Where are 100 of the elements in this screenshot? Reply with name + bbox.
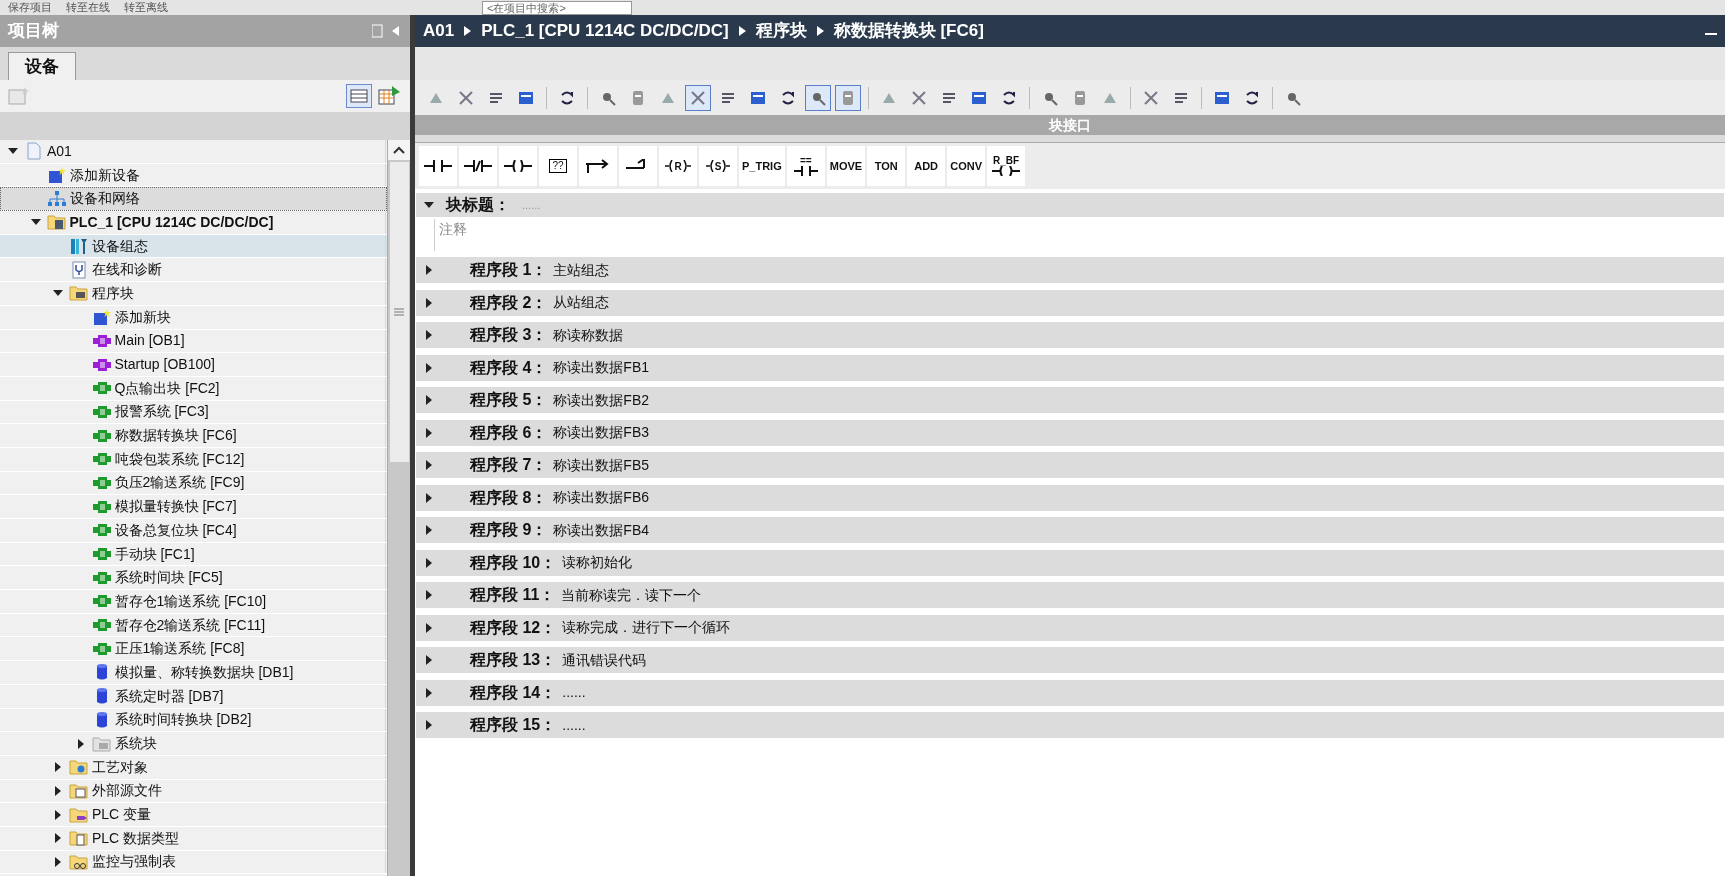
tree-item[interactable]: 系统定时器 [DB7] xyxy=(0,684,387,709)
tree-item[interactable]: 暂存仓1输送系统 [FC10] xyxy=(0,590,387,614)
tree-item[interactable]: 设备总复位块 [FC4] xyxy=(0,519,387,543)
tree-item[interactable]: 设备和网络 xyxy=(0,187,387,212)
instruction-button[interactable]: MOVE xyxy=(826,146,866,186)
tree-item[interactable]: 设备组态 xyxy=(0,234,387,259)
tree-item[interactable]: 外部源文件 xyxy=(0,779,387,804)
tree-item[interactable]: 称数据转换块 [FC6] xyxy=(0,424,387,448)
network-bar[interactable]: 程序段 9： 称读出数据FB4 xyxy=(416,517,1724,543)
tree-item[interactable]: 在线和诊断 xyxy=(0,258,387,283)
network-bar[interactable]: 程序段 13： 通讯错误代码 xyxy=(416,647,1724,673)
expand-arrow-icon[interactable] xyxy=(75,738,86,749)
tree-item[interactable]: 工艺对象 xyxy=(0,755,387,780)
tree-item[interactable]: PLC 数据类型 xyxy=(0,826,387,851)
breadcrumb-item[interactable]: PLC_1 [CPU 1214C DC/DC/DC] xyxy=(481,18,729,44)
network-bar[interactable]: 程序段 12： 读称完成．进行下一个循环 xyxy=(416,614,1724,641)
panel-tab[interactable]: 设备 xyxy=(8,52,76,80)
tree-item[interactable]: 模拟量、称转换数据块 [DB1] xyxy=(0,661,387,685)
toolbar-button[interactable]: 转至离线 xyxy=(124,2,168,13)
collapse-arrow-icon[interactable] xyxy=(424,200,434,210)
grip-icon[interactable] xyxy=(394,308,404,316)
coil-button[interactable]: S xyxy=(699,146,737,186)
expand-arrow-icon[interactable] xyxy=(424,492,434,503)
breadcrumb-item[interactable]: 称数据转换块 [FC6] xyxy=(833,18,984,44)
expand-arrow-icon[interactable] xyxy=(53,809,63,820)
block-title-bar[interactable]: 块标题： ...... xyxy=(416,193,1724,217)
network-bar[interactable]: 程序段 1： 主站组态 xyxy=(416,257,1724,283)
expand-arrow-icon[interactable] xyxy=(424,525,434,535)
scrollbar[interactable] xyxy=(387,140,410,876)
network-bar[interactable]: 程序段 7： 称读出数据FB5 xyxy=(416,452,1724,478)
tree-item[interactable]: PLC 变量 xyxy=(0,803,387,827)
instruction-button[interactable]: CONV xyxy=(947,146,986,186)
tree-item[interactable]: Main [OB1] xyxy=(0,329,387,354)
tree-item[interactable]: 程序块 xyxy=(0,282,387,306)
expand-arrow-icon[interactable] xyxy=(424,622,434,633)
scroll-up-icon[interactable] xyxy=(393,146,405,154)
table-export-icon[interactable] xyxy=(376,84,402,108)
toolbar-button[interactable]: 保存项目 xyxy=(8,2,52,13)
closed-contact-icon[interactable] xyxy=(464,160,492,172)
open-branch-icon[interactable] xyxy=(586,159,610,173)
coil-button[interactable]: R xyxy=(659,146,697,186)
table-view-icon[interactable] xyxy=(346,84,372,108)
network-bar[interactable]: 程序段 15： ...... xyxy=(416,712,1724,738)
expand-arrow-icon[interactable] xyxy=(53,833,63,844)
tree-item[interactable]: Startup [OB100] xyxy=(0,353,387,377)
expand-arrow-icon[interactable] xyxy=(424,427,434,438)
network-bar[interactable]: 程序段 10： 读称初始化 xyxy=(416,549,1724,576)
network-bar[interactable]: 程序段 4： 称读出数据FB1 xyxy=(416,354,1724,381)
tree-item[interactable]: 负压2输送系统 [FC9] xyxy=(0,471,387,496)
coil-icon[interactable] xyxy=(504,160,532,172)
expand-arrow-icon[interactable] xyxy=(424,655,434,665)
tree-item[interactable]: 吨袋包装系统 [FC12] xyxy=(0,447,387,472)
tree-item[interactable]: 系统块 xyxy=(0,732,387,756)
expand-arrow-icon[interactable] xyxy=(53,785,63,796)
instruction-button[interactable]: P_TRIG xyxy=(739,146,785,186)
tree-item[interactable]: A01 xyxy=(0,140,387,164)
tree-item-label: 外部源文件 xyxy=(92,781,162,801)
network-bar[interactable]: 程序段 3： 称读称数据 xyxy=(416,322,1724,348)
expand-arrow-icon[interactable] xyxy=(424,687,434,698)
network-bar[interactable]: 程序段 2： 从站组态 xyxy=(416,289,1724,316)
expand-arrow-icon[interactable] xyxy=(424,460,434,470)
expand-arrow-icon[interactable] xyxy=(53,762,63,773)
empty-box-button[interactable]: ?? xyxy=(539,146,577,186)
breadcrumb-item[interactable]: A01 xyxy=(423,18,455,44)
tree-item[interactable]: 暂存仓2输送系统 [FC11] xyxy=(0,613,387,638)
tree-item[interactable]: PLC_1 [CPU 1214C DC/DC/DC] xyxy=(0,211,387,235)
expand-arrow-icon[interactable] xyxy=(424,297,434,308)
breadcrumb-item[interactable]: 程序块 xyxy=(755,18,807,44)
comment-field[interactable]: 注释 xyxy=(434,219,1034,251)
network-bar[interactable]: 程序段 14： ...... xyxy=(416,679,1724,706)
network-bar[interactable]: 程序段 6： 称读出数据FB3 xyxy=(416,419,1724,446)
toolbar-button[interactable]: 转至在线 xyxy=(66,2,110,13)
chevron-icon xyxy=(464,26,472,36)
tree-item[interactable]: 正压1输送系统 [FC8] xyxy=(0,637,387,662)
network-bar[interactable]: 程序段 8： 称读出数据FB6 xyxy=(416,484,1724,511)
expand-arrow-icon[interactable] xyxy=(53,856,63,867)
tree-item[interactable]: 系统时间块 [FC5] xyxy=(0,566,387,591)
expand-arrow-icon[interactable] xyxy=(424,330,434,340)
expand-arrow-icon[interactable] xyxy=(424,720,434,730)
expand-arrow-icon[interactable] xyxy=(424,265,434,275)
network-label: 程序段 15： xyxy=(470,715,557,735)
search-field[interactable]: <在项目中搜索> xyxy=(482,0,632,15)
instruction-button[interactable]: TON xyxy=(867,146,906,186)
contact-icon[interactable] xyxy=(424,160,452,172)
tree-item[interactable]: 监控与强制表 xyxy=(0,850,387,875)
network-bar[interactable]: 程序段 11： 当前称读完．读下一个 xyxy=(416,582,1724,608)
tree-item[interactable]: 报警系统 [FC3] xyxy=(0,400,387,425)
tree-item[interactable]: 添加新块 xyxy=(0,305,387,330)
tree-item[interactable]: 手动块 [FC1] xyxy=(0,542,387,567)
instruction-button[interactable]: ADD xyxy=(907,146,946,186)
compare-button[interactable]: == xyxy=(786,146,825,186)
network-bar[interactable]: 程序段 5： 称读出数据FB2 xyxy=(416,387,1724,413)
expand-arrow-icon[interactable] xyxy=(424,590,434,600)
tree-item[interactable]: 系统时间转换块 [DB2] xyxy=(0,708,387,733)
expand-arrow-icon[interactable] xyxy=(424,557,434,568)
tree-item[interactable]: 模拟量转换快 [FC7] xyxy=(0,495,387,519)
tree-item[interactable]: Q点输出块 [FC2] xyxy=(0,376,387,401)
instruction-button[interactable]: R_BF xyxy=(987,146,1026,186)
expand-arrow-icon[interactable] xyxy=(424,395,434,405)
expand-arrow-icon[interactable] xyxy=(424,362,434,373)
